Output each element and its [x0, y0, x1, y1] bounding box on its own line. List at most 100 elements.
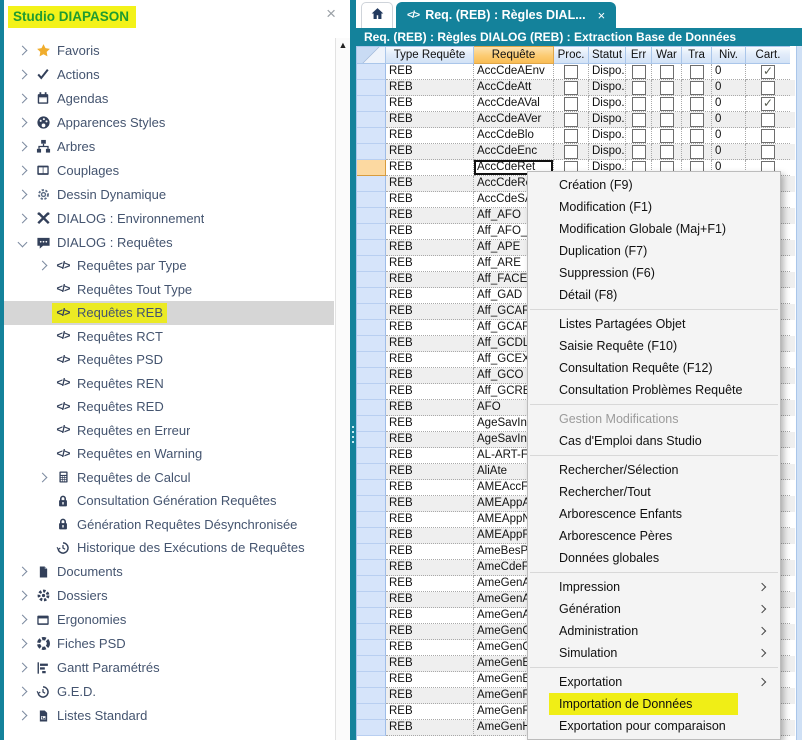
chevron-right-icon[interactable]	[17, 663, 27, 673]
menu-item-duplication-f7[interactable]: Duplication (F7)	[528, 240, 780, 262]
sidebar-item-consultation-g-n-ration-requ-tes[interactable]: Consultation Génération Requêtes	[4, 489, 334, 513]
row-selector-cell[interactable]	[357, 560, 386, 576]
err-checkbox[interactable]	[632, 81, 646, 95]
menu-item-cas-d-emploi-dans-studio[interactable]: Cas d'Emploi dans Studio	[528, 430, 780, 452]
chevron-right-icon[interactable]	[17, 711, 27, 721]
chevron-right-icon[interactable]	[17, 213, 27, 223]
cell-err[interactable]	[626, 128, 652, 144]
row-selector-cell[interactable]	[357, 448, 386, 464]
menu-item-d-tail-f8[interactable]: Détail (F8)	[528, 284, 780, 306]
menu-item-donn-es-globales[interactable]: Données globales	[528, 547, 780, 569]
cell-requete[interactable]: AccCdeAVer	[474, 112, 554, 128]
cell-type-requete[interactable]: REB	[386, 704, 474, 720]
sidebar-item-requ-tes-en-erreur[interactable]: </> Requêtes en Erreur	[4, 419, 334, 443]
sidebar-item-dossiers[interactable]: Dossiers	[4, 584, 334, 608]
chevron-right-icon[interactable]	[17, 165, 27, 175]
row-selector-cell[interactable]	[357, 592, 386, 608]
chevron-right-icon[interactable]	[37, 472, 47, 482]
cell-type-requete[interactable]: REB	[386, 544, 474, 560]
cell-err[interactable]	[626, 112, 652, 128]
column-header[interactable]: Tra	[682, 46, 712, 64]
row-selector-cell[interactable]	[357, 688, 386, 704]
proc-checkbox[interactable]	[564, 65, 578, 79]
menu-item-cr-ation-f9[interactable]: Création (F9)	[528, 174, 780, 196]
chevron-right-icon[interactable]	[17, 615, 27, 625]
row-selector-cell[interactable]	[357, 112, 386, 128]
chevron-right-icon[interactable]	[37, 261, 47, 271]
err-checkbox[interactable]	[632, 97, 646, 111]
row-selector-cell[interactable]	[357, 320, 386, 336]
cell-type-requete[interactable]: REB	[386, 624, 474, 640]
menu-item-administration[interactable]: Administration	[528, 620, 780, 642]
cell-war[interactable]	[652, 128, 682, 144]
cell-war[interactable]	[652, 96, 682, 112]
cell-type-requete[interactable]: REB	[386, 256, 474, 272]
cell-type-requete[interactable]: REB	[386, 528, 474, 544]
tra-checkbox[interactable]	[690, 65, 704, 79]
proc-checkbox[interactable]	[564, 81, 578, 95]
cell-type-requete[interactable]: REB	[386, 592, 474, 608]
row-selector-cell[interactable]	[357, 672, 386, 688]
cell-proc[interactable]	[554, 96, 589, 112]
cell-statut[interactable]: Dispo.	[589, 112, 626, 128]
sidebar-item-dialog-environnement[interactable]: DIALOG : Environnement	[4, 206, 334, 230]
cell-proc[interactable]	[554, 112, 589, 128]
cell-tra[interactable]	[682, 64, 712, 80]
menu-item-simulation[interactable]: Simulation	[528, 642, 780, 664]
cell-proc[interactable]	[554, 80, 589, 96]
chevron-right-icon[interactable]	[17, 93, 27, 103]
cell-war[interactable]	[652, 112, 682, 128]
sidebar-item-requ-tes-rct[interactable]: </> Requêtes RCT	[4, 325, 334, 349]
cell-niveau[interactable]: 0	[712, 96, 746, 112]
row-selector-cell[interactable]	[357, 576, 386, 592]
cell-proc[interactable]	[554, 64, 589, 80]
sidebar-item-g-n-ration-requ-tes-d-synchronis-e[interactable]: Génération Requêtes Désynchronisée	[4, 513, 334, 537]
war-checkbox[interactable]	[660, 65, 674, 79]
row-selector-cell[interactable]	[357, 272, 386, 288]
chevron-right-icon[interactable]	[17, 687, 27, 697]
row-selector-cell[interactable]	[357, 384, 386, 400]
cell-tra[interactable]	[682, 128, 712, 144]
cell-cart[interactable]	[746, 144, 790, 160]
cell-cart[interactable]	[746, 128, 790, 144]
scroll-up-icon[interactable]: ▲	[336, 38, 350, 52]
cell-requete[interactable]: AccCdeBlo	[474, 128, 554, 144]
sidebar-item-favoris[interactable]: Favoris	[4, 38, 334, 62]
menu-item-impression[interactable]: Impression	[528, 576, 780, 598]
err-checkbox[interactable]	[632, 129, 646, 143]
row-selector-cell[interactable]	[357, 128, 386, 144]
cell-type-requete[interactable]: REB	[386, 432, 474, 448]
cell-tra[interactable]	[682, 80, 712, 96]
chevron-right-icon[interactable]	[17, 69, 27, 79]
cell-type-requete[interactable]: REB	[386, 384, 474, 400]
row-selector-cell[interactable]	[357, 64, 386, 80]
sidebar-item-arbres[interactable]: Arbres	[4, 134, 334, 158]
cell-type-requete[interactable]: REB	[386, 576, 474, 592]
sidebar-item-gantt-param-tr-s[interactable]: Gantt Paramétrés	[4, 656, 334, 680]
tra-checkbox[interactable]	[690, 129, 704, 143]
row-selector-cell[interactable]	[357, 368, 386, 384]
sidebar-item-agendas[interactable]: Agendas	[4, 86, 334, 110]
sidebar-item-actions[interactable]: Actions	[4, 62, 334, 86]
row-selector-cell[interactable]	[357, 720, 386, 736]
menu-item-arborescence-p-res[interactable]: Arborescence Pères	[528, 525, 780, 547]
war-checkbox[interactable]	[660, 113, 674, 127]
cell-niveau[interactable]: 0	[712, 112, 746, 128]
table-row[interactable]: REB AccCdeAVal Dispo. 0	[357, 96, 795, 112]
cell-type-requete[interactable]: REB	[386, 192, 474, 208]
cell-niveau[interactable]: 0	[712, 144, 746, 160]
row-selector-cell[interactable]	[357, 256, 386, 272]
sidebar-item-requ-tes-de-calcul[interactable]: Requêtes de Calcul	[4, 466, 334, 490]
column-header[interactable]: Cart.	[746, 46, 790, 64]
cell-proc[interactable]	[554, 144, 589, 160]
chevron-right-icon[interactable]	[17, 141, 27, 151]
proc-checkbox[interactable]	[564, 129, 578, 143]
tra-checkbox[interactable]	[690, 145, 704, 159]
menu-item-arborescence-enfants[interactable]: Arborescence Enfants	[528, 503, 780, 525]
row-selector-cell[interactable]	[357, 544, 386, 560]
proc-checkbox[interactable]	[564, 113, 578, 127]
cell-requete[interactable]: AccCdeAtt	[474, 80, 554, 96]
cell-type-requete[interactable]: REB	[386, 288, 474, 304]
menu-item-rechercher-s-lection[interactable]: Rechercher/Sélection	[528, 459, 780, 481]
column-header[interactable]: Err	[626, 46, 652, 64]
